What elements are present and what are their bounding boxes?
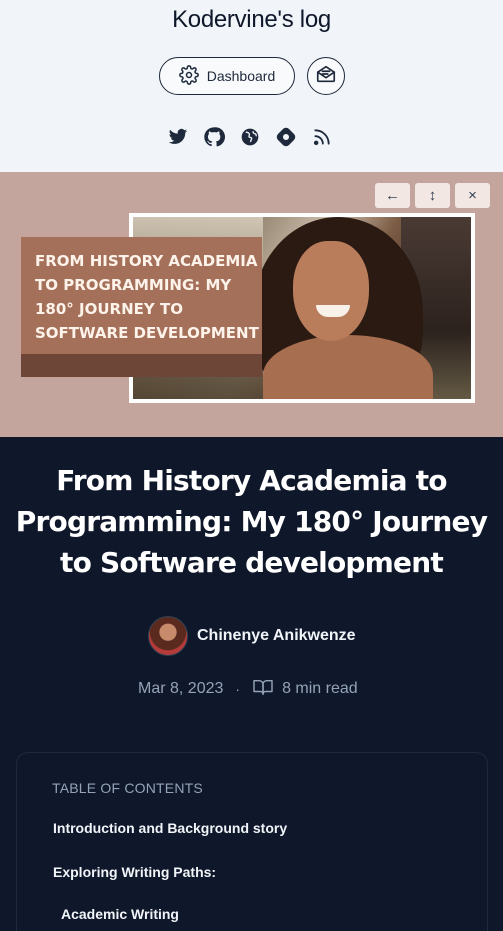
gear-icon [178,64,199,88]
twitter-icon[interactable] [166,125,190,149]
cover-banner-text: FROM HISTORY ACADEMIA TO PROGRAMMING: MY… [35,252,259,342]
github-icon[interactable] [202,125,226,149]
blog-title[interactable]: Kodervine's log [0,6,503,34]
toc-item[interactable]: Introduction and Background story [53,820,287,836]
cover-image: FROM HISTORY ACADEMIA TO PROGRAMMING: MY… [0,172,503,437]
author-name: Chinenye Anikwenze [197,627,356,644]
post-meta: Mar 8, 2023 · 8 min read [138,678,358,700]
toc-title: TABLE OF CONTENTS [52,780,203,796]
toc-item[interactable]: Academic Writing [61,906,179,922]
newsletter-button[interactable] [307,57,345,95]
newsletter-icon [315,63,337,90]
site-header: Kodervine's log Dashboard [0,0,503,172]
hashnode-icon[interactable] [274,125,298,149]
dashboard-button[interactable]: Dashboard [159,57,295,95]
avatar [148,616,188,656]
toc-item[interactable]: Exploring Writing Paths: [53,864,216,880]
reposition-vertical-button[interactable]: ↕ [415,183,450,208]
book-icon [252,678,274,701]
post-title: From History Academia to Programming: My… [15,464,488,579]
post-date: Mar 8, 2023 [138,680,224,697]
globe-icon[interactable] [238,125,262,149]
remove-cover-button[interactable]: × [455,183,490,208]
table-of-contents: TABLE OF CONTENTS Introduction and Backg… [16,752,488,931]
social-links [166,124,334,150]
cover-banner: FROM HISTORY ACADEMIA TO PROGRAMMING: MY… [21,237,262,377]
author-link[interactable]: Chinenye Anikwenze [148,616,356,656]
reposition-left-button[interactable]: ← [375,183,410,208]
dashboard-label: Dashboard [206,68,276,84]
meta-separator: · [235,681,241,697]
read-time: 8 min read [282,680,358,697]
rss-icon[interactable] [310,125,334,149]
